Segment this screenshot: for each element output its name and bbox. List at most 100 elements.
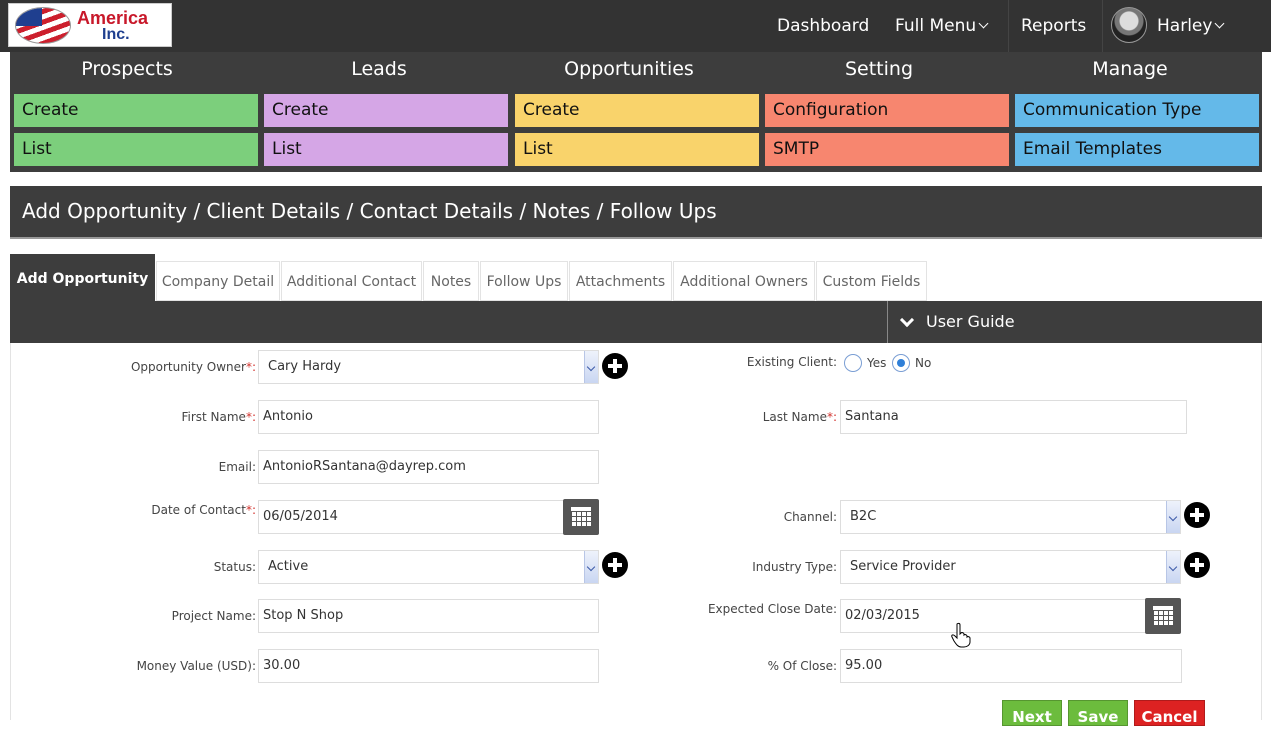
brand-logo[interactable]: America Inc. <box>8 3 172 47</box>
brand-name-line2: Inc. <box>102 26 130 43</box>
channel-label: Channel: <box>783 510 837 524</box>
required-marker: *: <box>826 410 837 424</box>
dropdown-arrow-icon[interactable] <box>584 351 598 383</box>
dropdown-arrow-icon[interactable] <box>1166 551 1180 583</box>
add-status-plus-icon[interactable] <box>602 552 628 578</box>
module-title-opportunities: Opportunities <box>564 58 694 80</box>
prospects-create-button[interactable]: Create <box>14 94 258 127</box>
industry-type-label: Industry Type: <box>752 560 837 574</box>
nav-full-menu[interactable]: Full Menu <box>895 0 989 52</box>
money-value-label: Money Value (USD): <box>136 659 256 673</box>
date-of-contact-input[interactable]: 06/05/2014 <box>258 500 599 534</box>
calendar-icon[interactable] <box>1145 598 1181 634</box>
required-marker: *: <box>245 503 256 517</box>
opportunities-list-button[interactable]: List <box>515 133 759 166</box>
tab-additional-owners[interactable]: Additional Owners <box>673 261 815 301</box>
percent-close-input[interactable]: 95.00 <box>840 649 1182 683</box>
tab-follow-ups[interactable]: Follow Ups <box>480 261 568 301</box>
status-label: Status: <box>213 560 256 574</box>
prospects-list-button[interactable]: List <box>14 133 258 166</box>
status-value: Active <box>268 559 309 574</box>
nav-separator <box>1008 0 1009 52</box>
last-name-value: Santana <box>845 409 899 424</box>
calendar-icon[interactable] <box>563 499 599 535</box>
opportunity-owner-select[interactable]: Cary Hardy <box>258 350 599 384</box>
nav-reports-label: Reports <box>1021 16 1087 36</box>
leads-list-button[interactable]: List <box>264 133 508 166</box>
tab-add-opportunity[interactable]: Add Opportunity <box>10 254 155 301</box>
tab-notes[interactable]: Notes <box>423 261 479 301</box>
nav-full-menu-label: Full Menu <box>895 16 977 36</box>
user-name: Harley <box>1157 16 1213 36</box>
dropdown-arrow-icon[interactable] <box>584 551 598 583</box>
page-title: Add Opportunity / Client Details / Conta… <box>22 199 717 223</box>
nav-dashboard[interactable]: Dashboard <box>777 0 869 52</box>
email-input[interactable]: AntonioRSantana@dayrep.com <box>258 450 599 484</box>
status-select[interactable]: Active <box>258 550 599 584</box>
first-name-label: First Name*: <box>90 410 256 424</box>
required-marker: *: <box>245 410 256 424</box>
module-title-manage: Manage <box>1092 58 1168 80</box>
add-channel-plus-icon[interactable] <box>1184 502 1210 528</box>
project-name-value: Stop N Shop <box>263 608 344 623</box>
add-owner-plus-icon[interactable] <box>602 353 628 379</box>
expected-close-date-label: Expected Close Date: <box>707 602 837 616</box>
nav-dashboard-label: Dashboard <box>777 16 870 36</box>
project-name-label: Project Name: <box>171 609 256 623</box>
industry-type-select[interactable]: Service Provider <box>840 550 1181 584</box>
project-name-input[interactable]: Stop N Shop <box>258 599 599 633</box>
tab-custom-fields[interactable]: Custom Fields <box>816 261 927 301</box>
last-name-label: Last Name*: <box>680 410 837 424</box>
opportunity-owner-value: Cary Hardy <box>268 359 342 374</box>
label-text: Last Name <box>762 410 827 424</box>
percent-close-label: % Of Close: <box>767 659 837 673</box>
dropdown-arrow-icon[interactable] <box>1166 501 1180 533</box>
email-label: Email: <box>218 460 256 474</box>
tab-attachments[interactable]: Attachments <box>569 261 672 301</box>
cancel-button[interactable]: Cancel <box>1134 700 1205 726</box>
channel-select[interactable]: B2C <box>840 500 1181 534</box>
nav-separator <box>1102 0 1103 52</box>
user-avatar[interactable] <box>1111 7 1147 43</box>
tab-company-detail[interactable]: Company Detail <box>156 261 280 301</box>
existing-client-no-radio[interactable] <box>892 354 910 372</box>
module-title-prospects: Prospects <box>81 58 173 80</box>
save-button[interactable]: Save <box>1068 700 1128 726</box>
manage-email-templates-button[interactable]: Email Templates <box>1015 133 1259 166</box>
existing-client-yes-label: Yes <box>867 356 887 370</box>
setting-configuration-button[interactable]: Configuration <box>765 94 1009 127</box>
percent-close-value: 95.00 <box>845 658 883 673</box>
chevron-down-icon <box>1214 18 1225 29</box>
label-text: Date of Contact <box>151 503 246 517</box>
leads-create-button[interactable]: Create <box>264 94 508 127</box>
email-value: AntonioRSantana@dayrep.com <box>263 459 466 474</box>
manage-communication-type-button[interactable]: Communication Type <box>1015 94 1259 127</box>
existing-client-yes-radio[interactable] <box>844 354 862 372</box>
existing-client-label: Existing Client: <box>746 355 837 369</box>
nav-reports[interactable]: Reports <box>1021 0 1086 52</box>
opportunity-owner-label: Opportunity Owner*: <box>90 360 256 374</box>
user-guide-toggle[interactable]: User Guide <box>887 301 1262 343</box>
opportunities-create-button[interactable]: Create <box>515 94 759 127</box>
industry-type-value: Service Provider <box>850 559 956 574</box>
money-value-input[interactable]: 30.00 <box>258 649 599 683</box>
existing-client-no-label: No <box>915 356 932 370</box>
next-button[interactable]: Next <box>1002 700 1062 726</box>
date-of-contact-label: Date of Contact*: <box>90 503 256 517</box>
flag-globe-icon <box>15 7 71 44</box>
channel-value: B2C <box>850 509 877 524</box>
first-name-value: Antonio <box>263 409 313 424</box>
label-text: First Name <box>181 410 246 424</box>
setting-smtp-button[interactable]: SMTP <box>765 133 1009 166</box>
top-navbar: America Inc. Dashboard Full Menu Reports… <box>0 0 1271 52</box>
tab-additional-contact[interactable]: Additional Contact <box>281 261 422 301</box>
first-name-input[interactable]: Antonio <box>258 400 599 434</box>
expected-close-date-input[interactable]: 02/03/2015 <box>840 599 1181 633</box>
last-name-input[interactable]: Santana <box>840 400 1187 434</box>
add-industry-plus-icon[interactable] <box>1184 552 1210 578</box>
user-menu[interactable]: Harley <box>1157 0 1225 52</box>
label-text: Opportunity Owner <box>130 360 246 374</box>
chevron-down-icon <box>899 312 915 328</box>
date-of-contact-value: 06/05/2014 <box>263 509 338 524</box>
user-guide-label: User Guide <box>926 312 1015 331</box>
